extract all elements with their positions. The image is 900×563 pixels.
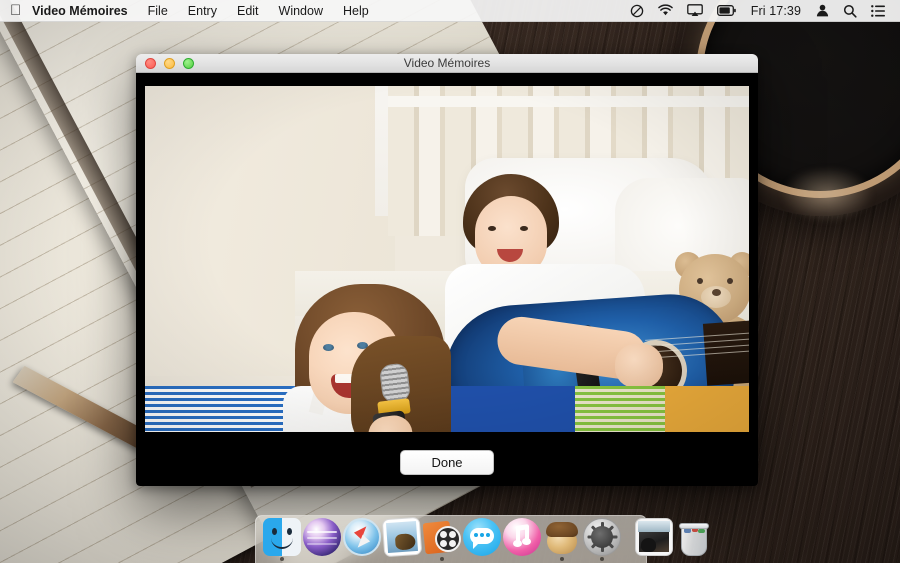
messages-icon [463,518,501,556]
dock-item-photos[interactable] [383,518,421,556]
dock-running-indicator [440,557,444,561]
menu-file[interactable]: File [138,0,178,22]
minimize-window-button[interactable] [164,58,175,69]
acorn-icon [543,518,581,556]
user-account-icon[interactable] [809,4,836,17]
dock-item-preferences[interactable] [583,518,621,556]
finder-icon [263,518,301,556]
close-window-button[interactable] [145,58,156,69]
menu-help[interactable]: Help [333,0,379,22]
menu-bar:  Video Mémoires File Entry Edit Window … [0,0,900,22]
photo-vignette [145,86,749,432]
window-button-row: Done [136,450,758,475]
window-traffic-lights [136,58,194,69]
battery-icon[interactable] [710,5,743,16]
menu-bar-status-area: Fri 17:39 [623,4,900,18]
menu-bar-left:  Video Mémoires File Entry Edit Window … [0,0,379,22]
dock-item-itunes[interactable] [503,518,541,556]
menu-edit[interactable]: Edit [227,0,269,22]
menu-bar-clock[interactable]: Fri 17:39 [743,4,809,18]
siri-icon [303,518,341,556]
dock-item-downloads-stack[interactable] [635,518,673,556]
system-preferences-gear-icon [583,518,621,556]
dock-running-indicator [280,557,284,561]
menu-entry[interactable]: Entry [178,0,227,22]
wifi-icon[interactable] [651,4,680,17]
media-photo[interactable] [145,86,749,432]
trash-icon [675,518,713,556]
app-window: Video Mémoires [136,54,758,486]
window-title: Video Mémoires [136,54,758,73]
zoom-window-button[interactable] [183,58,194,69]
window-content-area: Done [136,73,758,486]
imovie-icon [423,518,461,556]
dock-item-siri[interactable] [303,518,341,556]
downloads-stack-icon [635,518,673,556]
done-button[interactable]: Done [400,450,493,475]
notification-center-icon[interactable] [864,5,892,17]
apple-logo-icon[interactable]:  [8,0,22,22]
spotlight-search-icon[interactable] [836,4,864,18]
dock-item-messages[interactable] [463,518,501,556]
window-title-bar[interactable]: Video Mémoires [136,54,758,73]
dock-item-safari[interactable] [343,518,381,556]
dock [255,515,647,563]
dock-running-indicator [600,557,604,561]
itunes-icon [503,518,541,556]
dock-item-finder[interactable] [263,518,301,556]
dock-item-acorn[interactable] [543,518,581,556]
dock-item-imovie[interactable] [423,518,461,556]
safari-compass-icon [343,518,381,556]
airplay-icon[interactable] [680,4,710,17]
do-not-disturb-icon[interactable] [623,4,651,18]
dock-item-trash[interactable] [675,518,713,556]
photos-icon [382,517,423,558]
desktop-screen:  Video Mémoires File Entry Edit Window … [0,0,900,563]
dock-running-indicator [560,557,564,561]
menu-app-name[interactable]: Video Mémoires [22,0,138,22]
menu-window[interactable]: Window [269,0,333,22]
